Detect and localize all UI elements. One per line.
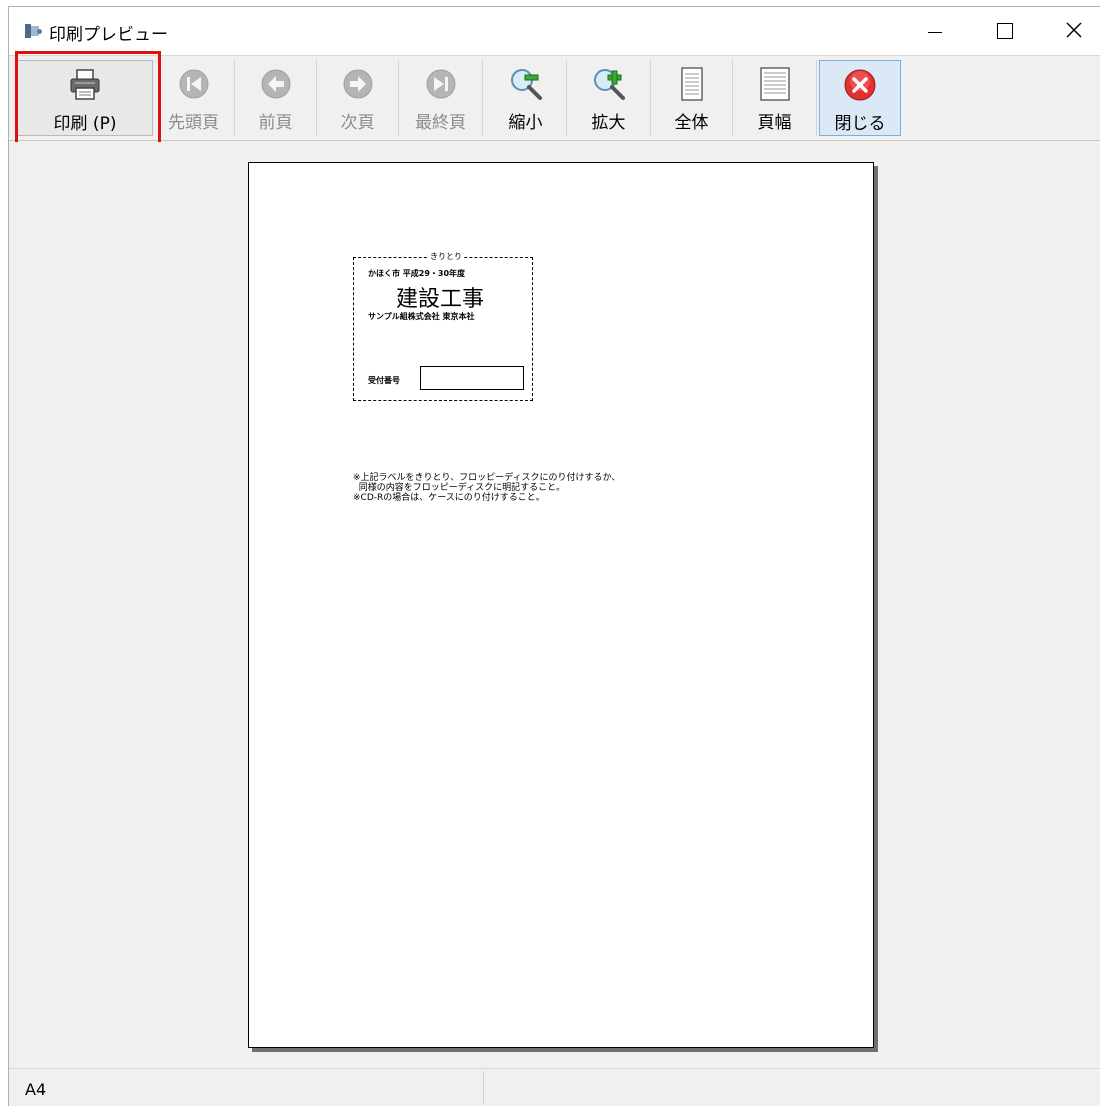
close-label: 閉じる <box>834 114 886 134</box>
prev-page-button[interactable]: 前頁 <box>235 60 317 136</box>
label-title: 建設工事 <box>396 287 485 312</box>
next-page-button[interactable]: 次頁 <box>317 60 399 136</box>
title-bar: 印刷プレビュー <box>9 7 1100 55</box>
last-page-label: 最終頁 <box>415 113 466 133</box>
print-button-highlight <box>15 51 161 149</box>
zoom-out-icon <box>508 66 544 102</box>
page-width-icon <box>757 66 793 102</box>
page-icon <box>674 66 710 102</box>
paper-size: A4 <box>25 1080 47 1099</box>
app-icon <box>25 23 43 39</box>
arrow-right-icon <box>340 66 376 102</box>
label-receipt-number: 受付番号 <box>368 376 400 385</box>
zoom-out-button[interactable]: 縮小 <box>485 60 567 136</box>
page-width-button[interactable]: 頁幅 <box>733 60 817 136</box>
close-icon <box>1066 22 1082 38</box>
close-circle-icon <box>842 67 878 103</box>
first-page-button[interactable]: 先頭頁 <box>153 60 235 136</box>
zoom-in-label: 拡大 <box>591 113 626 133</box>
maximize-button[interactable] <box>969 7 1039 55</box>
disk-label: きりとり かほく市 平成29・30年度 建設工事 サンプル組株式会社 東京本社 … <box>353 251 533 401</box>
label-city-year: かほく市 平成29・30年度 <box>368 269 466 278</box>
status-bar: A4 <box>9 1068 1100 1106</box>
receipt-number-box <box>420 366 524 390</box>
last-page-button[interactable]: 最終頁 <box>399 60 483 136</box>
print-preview-window: 印刷プレビュー 印刷 (P) 先頭頁 前頁 次頁 最終頁 縮小 拡大 全体 頁幅… <box>8 6 1100 1106</box>
last-page-icon <box>423 66 459 102</box>
preview-page: きりとり かほく市 平成29・30年度 建設工事 サンプル組株式会社 東京本社 … <box>248 162 874 1048</box>
zoom-in-button[interactable]: 拡大 <box>567 60 651 136</box>
page-notes: ※上記ラベルをきりとり、フロッピーディスクにのり付けするか、 同様の内容をフロッ… <box>353 473 621 503</box>
minimize-button[interactable] <box>899 7 969 55</box>
cut-line-text: きりとり <box>428 251 464 262</box>
arrow-left-icon <box>258 66 294 102</box>
toolbar: 印刷 (P) 先頭頁 前頁 次頁 最終頁 縮小 拡大 全体 頁幅 閉じる <box>9 55 1100 141</box>
status-divider <box>483 1071 484 1105</box>
whole-page-button[interactable]: 全体 <box>651 60 733 136</box>
close-window-button[interactable] <box>1039 7 1100 55</box>
page-width-label: 頁幅 <box>757 113 792 133</box>
next-page-label: 次頁 <box>340 113 375 133</box>
preview-area: きりとり かほく市 平成29・30年度 建設工事 サンプル組株式会社 東京本社 … <box>9 142 1100 1068</box>
window-title: 印刷プレビュー <box>49 25 168 45</box>
first-page-label: 先頭頁 <box>168 113 219 133</box>
label-company: サンプル組株式会社 東京本社 <box>368 312 475 321</box>
first-page-icon <box>176 66 212 102</box>
whole-page-label: 全体 <box>674 113 709 133</box>
zoom-out-label: 縮小 <box>508 113 543 133</box>
zoom-in-icon <box>591 66 627 102</box>
prev-page-label: 前頁 <box>258 113 293 133</box>
close-preview-button[interactable]: 閉じる <box>819 60 901 136</box>
